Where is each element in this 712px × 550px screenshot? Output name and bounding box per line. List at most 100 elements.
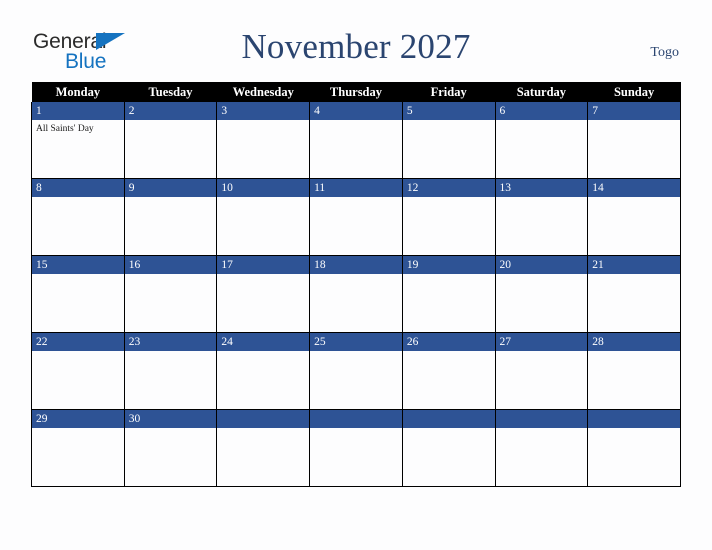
day-events bbox=[217, 351, 309, 354]
day-cell-inner: 24 bbox=[217, 333, 310, 409]
day-events: All Saints' Day bbox=[32, 120, 124, 135]
day-cell-inner: 28 bbox=[588, 333, 680, 409]
day-number: 18 bbox=[310, 256, 402, 274]
calendar-day-cell[interactable] bbox=[216, 409, 311, 487]
day-cell-inner: 26 bbox=[402, 333, 495, 409]
country-label: Togo bbox=[650, 45, 679, 60]
day-events bbox=[403, 197, 495, 200]
day-number: 28 bbox=[588, 333, 680, 351]
day-events bbox=[496, 351, 588, 354]
calendar-day-cell[interactable]: 16 bbox=[123, 255, 218, 333]
day-events bbox=[217, 197, 309, 200]
calendar-day-cell[interactable]: 9 bbox=[123, 178, 218, 256]
day-number bbox=[217, 410, 310, 428]
calendar-body: 1 All Saints' Day 2 3 4 5 6 7 8 9 10 11 12 13 14 15 16 17… bbox=[31, 102, 681, 487]
day-events bbox=[588, 351, 680, 354]
day-cell-inner bbox=[588, 410, 680, 486]
weekday-header-thursday: Thursday bbox=[309, 82, 403, 102]
day-cell-inner: 9 bbox=[124, 179, 217, 255]
calendar-day-cell[interactable]: 12 bbox=[401, 178, 496, 256]
calendar-day-cell[interactable]: 19 bbox=[401, 255, 496, 333]
day-events bbox=[125, 120, 217, 123]
day-events bbox=[310, 351, 402, 354]
day-cell-inner: 20 bbox=[495, 256, 588, 332]
calendar-day-cell[interactable]: 18 bbox=[309, 255, 403, 333]
calendar-day-cell[interactable]: 7 bbox=[587, 102, 681, 179]
day-number bbox=[310, 410, 402, 428]
day-events bbox=[403, 351, 495, 354]
day-cell-inner: 5 bbox=[402, 102, 495, 178]
calendar-day-cell[interactable]: 8 bbox=[31, 178, 125, 256]
day-number bbox=[588, 410, 680, 428]
day-number: 23 bbox=[124, 333, 217, 351]
day-cell-inner: 19 bbox=[402, 256, 495, 332]
calendar-day-cell[interactable]: 28 bbox=[587, 332, 681, 410]
day-events bbox=[310, 428, 402, 431]
calendar-day-cell[interactable]: 24 bbox=[216, 332, 311, 410]
day-events bbox=[217, 274, 309, 277]
weekday-header-wednesday: Wednesday bbox=[216, 82, 310, 102]
calendar-day-cell[interactable]: 21 bbox=[587, 255, 681, 333]
day-number: 30 bbox=[124, 410, 217, 428]
day-cell-inner: 21 bbox=[588, 256, 680, 332]
weekday-header-tuesday: Tuesday bbox=[124, 82, 217, 102]
calendar-day-cell[interactable]: 22 bbox=[31, 332, 125, 410]
calendar-day-cell[interactable]: 17 bbox=[216, 255, 311, 333]
day-events bbox=[310, 197, 402, 200]
day-events bbox=[217, 428, 309, 431]
calendar-day-cell[interactable]: 11 bbox=[309, 178, 403, 256]
calendar-day-cell[interactable] bbox=[494, 409, 589, 487]
day-events bbox=[403, 428, 495, 431]
day-number: 27 bbox=[495, 333, 588, 351]
day-number: 29 bbox=[32, 410, 124, 428]
day-cell-inner: 15 bbox=[32, 256, 124, 332]
day-cell-inner: 12 bbox=[402, 179, 495, 255]
calendar-week-row: 8 9 10 11 12 13 14 bbox=[31, 178, 681, 256]
day-number: 6 bbox=[495, 102, 588, 120]
day-cell-inner: 3 bbox=[217, 102, 310, 178]
calendar-day-cell[interactable]: 15 bbox=[31, 255, 125, 333]
day-cell-inner: 2 bbox=[124, 102, 217, 178]
calendar-day-cell[interactable]: 20 bbox=[494, 255, 589, 333]
calendar-day-cell[interactable]: 2 bbox=[123, 102, 218, 179]
day-cell-inner: 27 bbox=[495, 333, 588, 409]
calendar-day-cell[interactable]: 10 bbox=[216, 178, 311, 256]
day-number: 15 bbox=[32, 256, 124, 274]
day-cell-inner: 10 bbox=[217, 179, 310, 255]
day-cell-inner: 4 bbox=[310, 102, 402, 178]
page-title: November 2027 bbox=[241, 27, 471, 66]
calendar-day-cell[interactable]: 4 bbox=[309, 102, 403, 179]
day-number: 7 bbox=[588, 102, 680, 120]
day-events bbox=[403, 120, 495, 123]
day-number: 13 bbox=[495, 179, 588, 197]
calendar-day-cell[interactable]: 30 bbox=[123, 409, 218, 487]
calendar-day-cell[interactable] bbox=[587, 409, 681, 487]
calendar-day-cell[interactable]: 25 bbox=[309, 332, 403, 410]
calendar-day-cell[interactable] bbox=[309, 409, 403, 487]
calendar-day-cell[interactable] bbox=[401, 409, 496, 487]
calendar-day-cell[interactable]: 27 bbox=[494, 332, 589, 410]
calendar-day-cell[interactable]: 23 bbox=[123, 332, 218, 410]
calendar-day-cell[interactable]: 5 bbox=[401, 102, 496, 179]
day-events bbox=[32, 197, 124, 200]
day-cell-inner bbox=[310, 410, 402, 486]
calendar-day-cell[interactable]: 26 bbox=[401, 332, 496, 410]
calendar-week-row: 15 16 17 18 19 20 21 bbox=[31, 255, 681, 333]
day-events bbox=[496, 274, 588, 277]
day-events bbox=[403, 274, 495, 277]
day-events bbox=[496, 428, 588, 431]
calendar-day-cell[interactable]: 6 bbox=[494, 102, 589, 179]
day-number: 2 bbox=[124, 102, 217, 120]
day-number: 19 bbox=[402, 256, 495, 274]
day-number bbox=[402, 410, 495, 428]
weekday-header-row: Monday Tuesday Wednesday Thursday Friday… bbox=[31, 82, 681, 102]
weekday-header-saturday: Saturday bbox=[495, 82, 588, 102]
calendar-day-cell[interactable]: 14 bbox=[587, 178, 681, 256]
calendar-day-cell[interactable]: 1 All Saints' Day bbox=[31, 102, 125, 179]
day-events bbox=[32, 274, 124, 277]
calendar-day-cell[interactable]: 29 bbox=[31, 409, 125, 487]
calendar-day-cell[interactable]: 13 bbox=[494, 178, 589, 256]
calendar-day-cell[interactable]: 3 bbox=[216, 102, 311, 179]
day-events bbox=[588, 120, 680, 123]
day-events bbox=[125, 428, 217, 431]
